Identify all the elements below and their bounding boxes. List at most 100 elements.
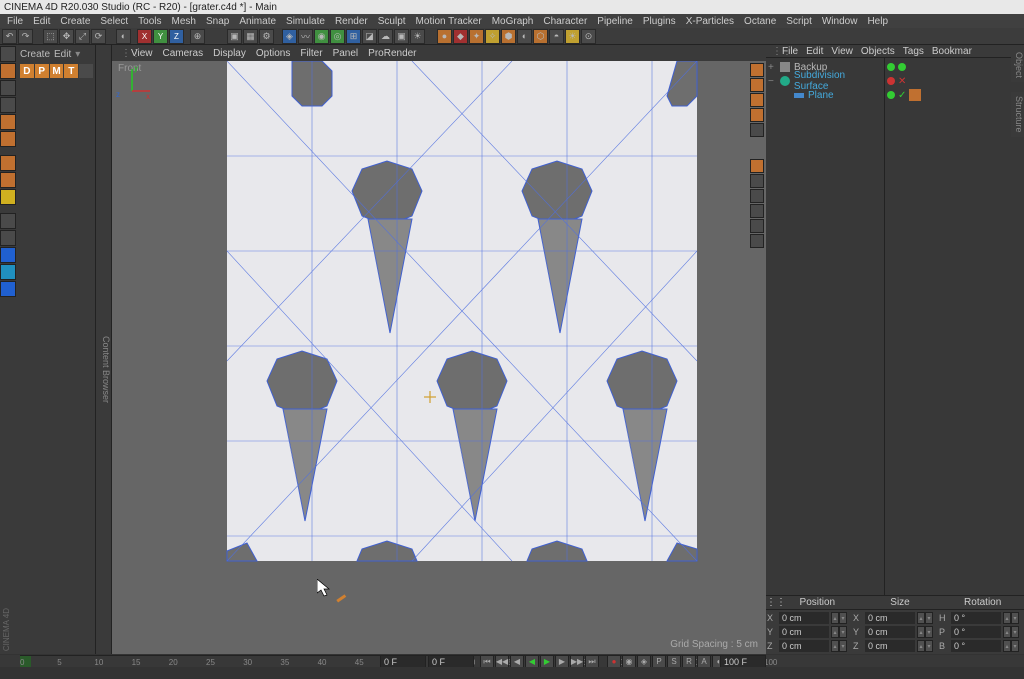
menu-file[interactable]: File <box>2 16 28 27</box>
vp-menu-prorender[interactable]: ProRender <box>363 48 421 59</box>
light-button[interactable]: ☀ <box>410 29 425 44</box>
snap-toggle-button[interactable] <box>0 230 16 246</box>
xp-3-button[interactable]: ✦ <box>469 29 484 44</box>
texture-mode-button[interactable] <box>0 80 16 96</box>
recent-tool-button[interactable]: ◐ <box>116 29 131 44</box>
vp-menu-options[interactable]: Options <box>251 48 295 59</box>
panel-dropdown-icon[interactable]: ▾ <box>75 49 80 60</box>
menu-animate[interactable]: Animate <box>234 16 281 27</box>
point-mode-button[interactable] <box>0 155 16 171</box>
object-tree-hierarchy[interactable]: + Backup − Subdivision Surface Plane <box>766 58 884 595</box>
xp-8-button[interactable]: ◓ <box>549 29 564 44</box>
viewport[interactable]: ⋮⋮ View Cameras Display Options Filter P… <box>112 45 766 654</box>
axis-mode-button[interactable] <box>0 131 16 147</box>
menu-pipeline[interactable]: Pipeline <box>592 16 638 27</box>
vp-menu-filter[interactable]: Filter <box>295 48 327 59</box>
p-button[interactable]: P <box>35 64 49 78</box>
tab-position[interactable]: Position <box>776 596 859 609</box>
stepper-up[interactable]: ▴ <box>1003 640 1011 652</box>
menu-tools[interactable]: Tools <box>133 16 166 27</box>
array-button[interactable]: ⊞ <box>346 29 361 44</box>
obj-menu-tags[interactable]: Tags <box>899 46 928 57</box>
stepper-up[interactable]: ▴ <box>1003 626 1011 638</box>
stepper-up[interactable]: ▴ <box>917 640 925 652</box>
coord-system-button[interactable]: ⊕ <box>190 29 205 44</box>
stepper-down[interactable]: ▾ <box>925 640 933 652</box>
stepper-down[interactable]: ▾ <box>925 612 933 624</box>
rot-b-field[interactable]: 0 ° <box>951 640 1001 652</box>
pos-z-field[interactable]: 0 cm <box>779 640 829 652</box>
stepper-up[interactable]: ▴ <box>917 626 925 638</box>
rot-h-field[interactable]: 0 ° <box>951 612 1001 624</box>
t-button[interactable]: T <box>64 64 78 78</box>
visibility-render-dot[interactable] <box>898 63 906 71</box>
model-mode-button[interactable] <box>0 63 16 79</box>
planar-workplane-button[interactable] <box>0 281 16 297</box>
blank-button[interactable] <box>79 64 93 78</box>
stepper-down[interactable]: ▾ <box>839 626 847 638</box>
vp-tool-6[interactable] <box>750 234 764 248</box>
menu-mograph[interactable]: MoGraph <box>487 16 539 27</box>
structure-side-tab[interactable]: Structure <box>1011 92 1024 137</box>
vp-tool-1[interactable] <box>750 159 764 173</box>
scale-tool-button[interactable]: ⤢ <box>75 29 90 44</box>
stepper-up[interactable]: ▴ <box>917 612 925 624</box>
coord-grip-icon[interactable]: ⋮⋮ <box>766 596 776 609</box>
obj-menu-view[interactable]: View <box>827 46 857 57</box>
size-y-field[interactable]: 0 cm <box>865 626 915 638</box>
vp-tool-4[interactable] <box>750 204 764 218</box>
vp-menu-panel[interactable]: Panel <box>328 48 364 59</box>
xp-4-button[interactable]: ✧ <box>485 29 500 44</box>
axis-y-button[interactable]: Y <box>153 29 168 44</box>
xp-2-button[interactable]: ◆ <box>453 29 468 44</box>
menu-window[interactable]: Window <box>817 16 863 27</box>
stepper-down[interactable]: ▾ <box>1011 626 1019 638</box>
m-button[interactable]: M <box>50 64 64 78</box>
generator-button[interactable]: ◉ <box>314 29 329 44</box>
stepper-up[interactable]: ▴ <box>1003 612 1011 624</box>
environment-button[interactable]: ☁ <box>378 29 393 44</box>
create-tab[interactable]: Create <box>20 49 50 60</box>
viewport-grip-icon[interactable]: ⋮⋮ <box>116 48 126 59</box>
render-pv-button[interactable]: ▦ <box>243 29 258 44</box>
vp-nav-3[interactable] <box>750 93 764 107</box>
phong-tag-icon[interactable] <box>909 89 921 101</box>
polygon-mode-button[interactable] <box>0 189 16 205</box>
menu-help[interactable]: Help <box>862 16 893 27</box>
axis-x-button[interactable]: X <box>137 29 152 44</box>
menu-character[interactable]: Character <box>538 16 592 27</box>
undo-button[interactable]: ↶ <box>2 29 17 44</box>
axis-z-button[interactable]: Z <box>169 29 184 44</box>
menu-simulate[interactable]: Simulate <box>281 16 330 27</box>
xp-9-button[interactable]: ☀ <box>565 29 580 44</box>
content-browser-tab[interactable]: Content Browser <box>96 45 112 654</box>
xp-5-button[interactable]: ⬢ <box>501 29 516 44</box>
obj-menu-objects[interactable]: Objects <box>857 46 899 57</box>
stepper-down[interactable]: ▾ <box>839 612 847 624</box>
stepper-up[interactable]: ▴ <box>831 640 839 652</box>
enable-checkbox[interactable]: ✕ <box>898 76 906 87</box>
menu-snap[interactable]: Snap <box>201 16 234 27</box>
pos-y-field[interactable]: 0 cm <box>779 626 829 638</box>
xp-7-button[interactable]: ⬡ <box>533 29 548 44</box>
menu-sculpt[interactable]: Sculpt <box>373 16 411 27</box>
stepper-down[interactable]: ▾ <box>839 640 847 652</box>
make-editable-button[interactable] <box>0 46 16 62</box>
menu-octane[interactable]: Octane <box>739 16 781 27</box>
edit-tab[interactable]: Edit <box>54 49 71 60</box>
stepper-down[interactable]: ▾ <box>1011 612 1019 624</box>
camera-button[interactable]: ▣ <box>394 29 409 44</box>
object-tree-tags[interactable]: ✕ ✓ <box>884 58 1024 595</box>
vp-tool-2[interactable] <box>750 174 764 188</box>
subdivision-button[interactable]: ◎ <box>330 29 345 44</box>
vp-tool-5[interactable] <box>750 219 764 233</box>
menu-create[interactable]: Create <box>55 16 95 27</box>
select-tool-button[interactable]: ⬚ <box>43 29 58 44</box>
tree-row-subdiv[interactable]: − Subdivision Surface <box>768 74 882 88</box>
stepper-down[interactable]: ▾ <box>925 626 933 638</box>
viewport-canvas[interactable]: y z x Grid Spacing : 5 cm <box>112 61 766 654</box>
vp-nav-1[interactable] <box>750 63 764 77</box>
menu-motion-tracker[interactable]: Motion Tracker <box>411 16 487 27</box>
stepper-up[interactable]: ▴ <box>831 612 839 624</box>
vp-menu-view[interactable]: View <box>126 48 158 59</box>
